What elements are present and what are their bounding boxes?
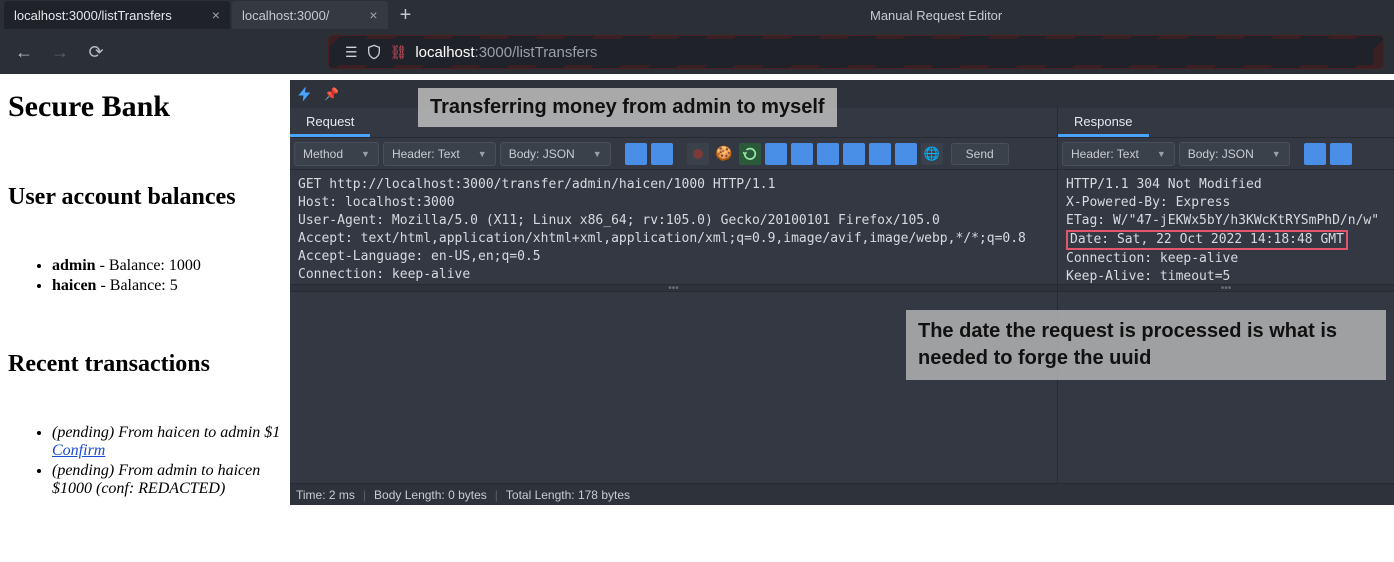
transactions-list: (pending) From haicen to admin $1 Confir… [8,424,282,498]
list-item: (pending) From admin to haicen $1000 (co… [52,462,282,498]
layout-button[interactable] [625,143,647,165]
response-text[interactable]: HTTP/1.1 304 Not Modified X-Powered-By: … [1058,170,1394,284]
splitter[interactable]: ••• [290,284,1057,292]
balances-list: admin - Balance: 1000 haicen - Balance: … [8,257,282,295]
new-tab-button[interactable]: + [390,4,422,27]
layout-button[interactable] [1304,143,1326,165]
browser-tab-bar: localhost:3000/listTransfers × localhost… [0,0,1394,30]
status-total-length: Total Length: 178 bytes [506,488,630,502]
response-pane: Response Header: Text▼ Body: JSON▼ HTTP/… [1058,108,1394,483]
list-item: (pending) From haicen to admin $1 Confir… [52,424,282,460]
back-button[interactable]: ← [10,38,38,66]
send-button[interactable]: Send [951,143,1009,165]
toolbar-button[interactable] [843,143,865,165]
shield-icon[interactable] [366,44,382,60]
balances-heading: User account balances [8,184,282,211]
url-text: localhost:3000/listTransfers [415,44,597,61]
zap-panel: 📌 Request Method▼ Header: Text▼ Body: JS… [290,80,1394,505]
browser-tab[interactable]: localhost:3000/listTransfers × [4,1,230,29]
toolbar-button[interactable] [895,143,917,165]
request-toolbar: Method▼ Header: Text▼ Body: JSON▼ 🍪 🌐 Se… [290,138,1057,170]
layout-button[interactable] [1330,143,1352,165]
insecure-lock-icon[interactable]: ⛓ [390,44,408,61]
status-bar: Time: 2 ms| Body Length: 0 bytes| Total … [290,483,1394,505]
status-time: Time: 2 ms [296,488,355,502]
tab-request[interactable]: Request [290,108,370,137]
url-bar[interactable]: ☰ ⛓ localhost:3000/listTransfers [328,35,1384,69]
status-body-length: Body Length: 0 bytes [374,488,487,502]
tab-response[interactable]: Response [1058,108,1149,137]
record-button[interactable] [687,143,709,165]
response-date-line: Date: Sat, 22 Oct 2022 14:18:48 GMT [1066,230,1348,250]
page-content: Secure Bank User account balances admin … [0,74,290,562]
replay-button[interactable] [739,143,761,165]
close-icon[interactable]: × [369,7,377,23]
tab-title: localhost:3000/listTransfers [14,8,172,23]
toolbar-button[interactable] [869,143,891,165]
response-toolbar: Header: Text▼ Body: JSON▼ [1058,138,1394,170]
zap-window-title: Manual Request Editor [870,8,1002,23]
list-item: haicen - Balance: 5 [52,277,282,295]
zap-logo-icon [296,85,314,103]
toolbar-button[interactable]: 🌐 [921,143,943,165]
header-view-dropdown[interactable]: Header: Text▼ [1062,142,1175,166]
page-title: Secure Bank [8,90,282,124]
browser-nav-bar: ← → ⟳ ☰ ⛓ localhost:3000/listTransfers [0,30,1394,74]
confirm-link[interactable]: Confirm [52,442,105,459]
request-pane: Request Method▼ Header: Text▼ Body: JSON… [290,108,1058,483]
request-text[interactable]: GET http://localhost:3000/transfer/admin… [290,170,1057,284]
body-view-dropdown[interactable]: Body: JSON▼ [1179,142,1290,166]
tab-title: localhost:3000/ [242,8,329,23]
list-item: admin - Balance: 1000 [52,257,282,275]
toolbar-button[interactable] [817,143,839,165]
transactions-heading: Recent transactions [8,351,282,378]
annotation: Transferring money from admin to myself [418,88,837,127]
close-icon[interactable]: × [212,7,220,23]
header-view-dropdown[interactable]: Header: Text▼ [383,142,496,166]
cookie-button[interactable]: 🍪 [713,143,735,165]
annotation: The date the request is processed is wha… [906,310,1386,380]
toolbar-button[interactable] [791,143,813,165]
permissions-icon[interactable]: ☰ [345,44,358,61]
splitter[interactable]: ••• [1058,284,1394,292]
reload-button[interactable]: ⟳ [82,38,110,66]
toolbar-button[interactable] [765,143,787,165]
body-view-dropdown[interactable]: Body: JSON▼ [500,142,611,166]
forward-button: → [46,38,74,66]
method-dropdown[interactable]: Method▼ [294,142,379,166]
layout-button[interactable] [651,143,673,165]
browser-tab[interactable]: localhost:3000/ × [232,1,388,29]
pin-icon[interactable]: 📌 [324,87,339,101]
